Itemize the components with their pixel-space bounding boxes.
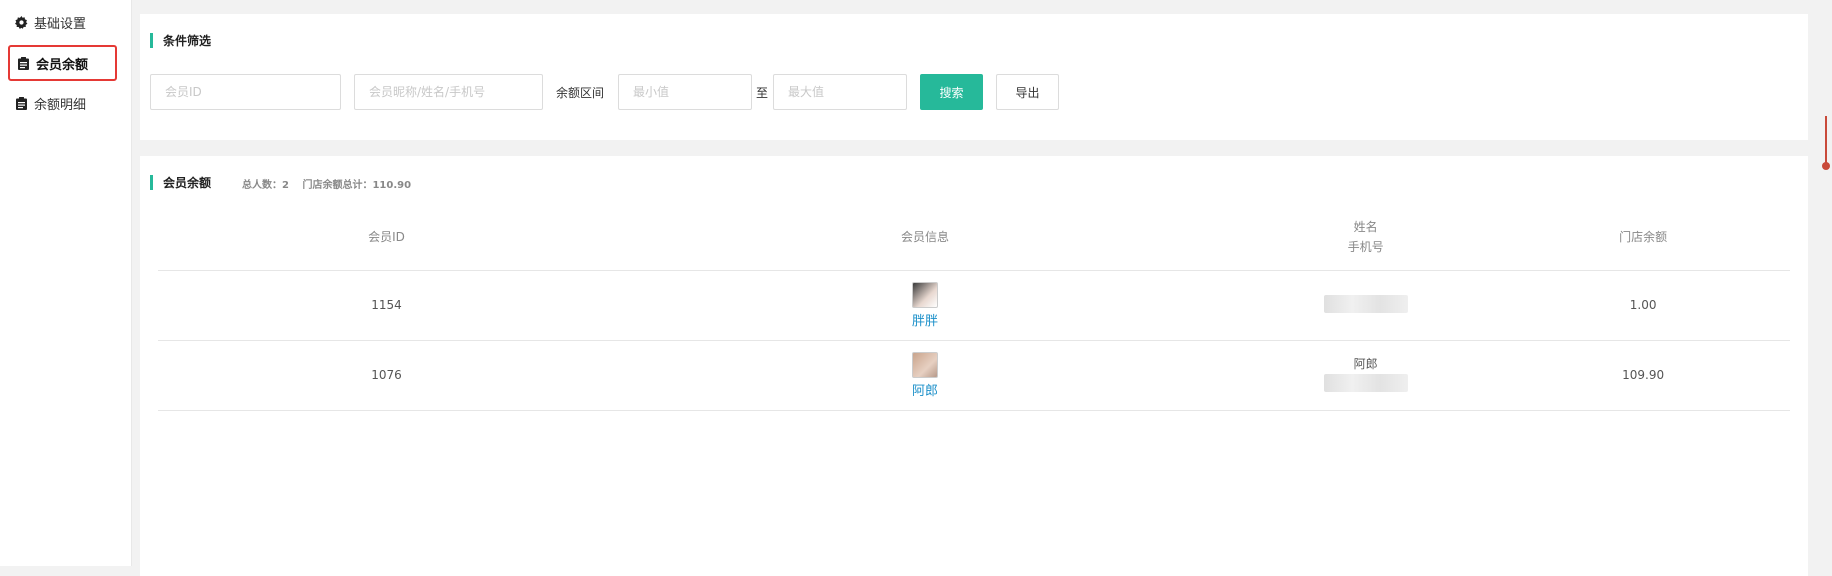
- table-row: 1076 阿郎 阿郎 109.90: [158, 340, 1790, 411]
- col-member-info: 会员信息: [614, 204, 1236, 271]
- sidebar: 基础设置 会员余额 余额明细: [0, 0, 132, 566]
- filter-title-text: 条件筛选: [163, 34, 212, 48]
- export-button[interactable]: 导出: [996, 74, 1059, 110]
- range-to-label: 至: [756, 86, 769, 100]
- member-balance-table: 会员ID 会员信息 姓名 手机号 门店余额 1154 胖胖 1.00 1076 …: [158, 204, 1790, 411]
- member-balance-panel: 会员余额 总人数：2 门店余额总计：110.90 会员ID 会员信息 姓名 手机…: [140, 156, 1808, 576]
- table-row: 1154 胖胖 1.00: [158, 270, 1790, 341]
- sidebar-item-balance-detail[interactable]: 余额明细: [8, 86, 118, 120]
- filter-panel: 条件筛选 余额区间 至 搜索 导出: [140, 14, 1808, 140]
- summary-stats: 总人数：2 门店余额总计：110.90: [242, 176, 421, 191]
- member-nickname-link[interactable]: 胖胖: [615, 310, 1235, 329]
- min-value-input[interactable]: [618, 74, 752, 110]
- blurred-phone: [1323, 374, 1408, 392]
- scroll-track: [1825, 116, 1827, 164]
- avatar: [912, 351, 939, 378]
- col-phone: 手机号: [1347, 239, 1384, 254]
- col-name: 姓名: [1353, 219, 1378, 234]
- member-name: 阿郎: [1353, 357, 1378, 371]
- total-balance: 门店余额总计：110.90: [302, 180, 412, 191]
- gear-icon: [14, 15, 28, 29]
- clipboard-icon: [16, 56, 30, 70]
- col-member-id: 会员ID: [158, 204, 615, 271]
- scroll-indicator[interactable]: [1822, 116, 1830, 172]
- member-id-cell: 1076: [158, 340, 615, 411]
- title-accent-bar: [150, 33, 153, 48]
- table-header-row: 会员ID 会员信息 姓名 手机号 门店余额: [158, 204, 1790, 271]
- member-info-cell: 胖胖: [614, 270, 1236, 341]
- max-value-input[interactable]: [773, 74, 907, 110]
- balance-cell: 109.90: [1496, 340, 1790, 411]
- member-nickname-link[interactable]: 阿郎: [615, 380, 1235, 399]
- filter-section-title: 条件筛选: [150, 32, 211, 49]
- sidebar-item-basic-settings[interactable]: 基础设置: [8, 5, 118, 39]
- list-title-text: 会员余额: [163, 176, 212, 190]
- sidebar-item-label: 基础设置: [34, 16, 87, 32]
- total-people: 总人数：2: [242, 180, 289, 191]
- name-phone-cell: 阿郎: [1235, 340, 1497, 411]
- member-info-cell: 阿郎: [614, 340, 1236, 411]
- scroll-thumb[interactable]: [1822, 162, 1830, 170]
- sidebar-item-member-balance[interactable]: 会员余额: [8, 45, 117, 81]
- list-section-title: 会员余额: [150, 174, 211, 191]
- member-info-input[interactable]: [354, 74, 543, 110]
- balance-range-label: 余额区间: [556, 86, 605, 100]
- search-button[interactable]: 搜索: [920, 74, 983, 110]
- member-id-cell: 1154: [158, 270, 615, 341]
- avatar: [912, 281, 939, 308]
- blurred-phone: [1323, 294, 1408, 313]
- clipboard-icon: [14, 96, 28, 110]
- col-balance: 门店余额: [1496, 204, 1790, 271]
- title-accent-bar: [150, 175, 153, 190]
- balance-cell: 1.00: [1496, 270, 1790, 341]
- name-phone-cell: [1235, 270, 1497, 341]
- sidebar-item-label: 会员余额: [36, 57, 89, 73]
- col-name-phone: 姓名 手机号: [1235, 204, 1497, 271]
- member-id-input[interactable]: [150, 74, 341, 110]
- sidebar-item-label: 余额明细: [34, 97, 87, 113]
